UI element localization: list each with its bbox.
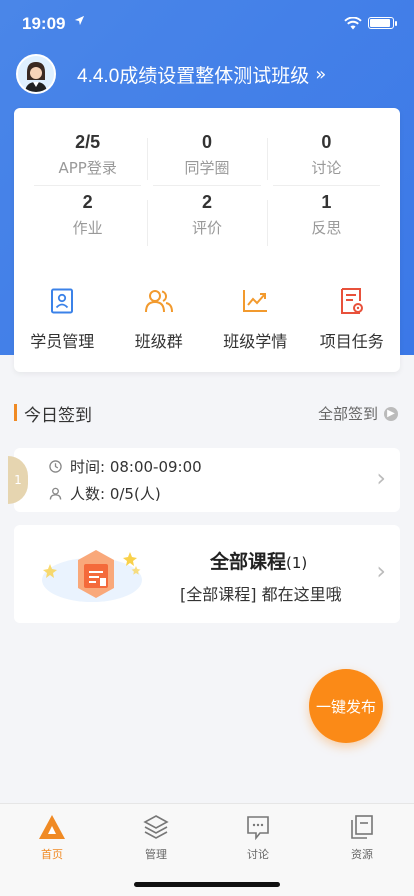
tab-label: 管理 xyxy=(145,848,167,861)
quick-actions: 学员管理 班级群 班级学情 项目任务 xyxy=(14,286,400,352)
chevron-right-icon: › xyxy=(376,557,386,585)
checkin-people: 人数: 0/5(人) xyxy=(70,485,161,503)
layers-icon xyxy=(104,812,208,842)
stat-label: 作业 xyxy=(72,219,103,237)
stat-value: 0 xyxy=(201,132,212,152)
chevron-right-icon: › xyxy=(376,464,386,492)
action-student-management[interactable]: 学员管理 xyxy=(14,286,111,352)
course-count: (1) xyxy=(286,554,308,572)
checkin-time-row: 时间: 08:00-09:00 xyxy=(48,456,202,477)
divider xyxy=(147,200,148,246)
status-bar: 19:09 xyxy=(0,0,414,48)
stat-label: 反思 xyxy=(311,219,342,237)
action-class-learning[interactable]: 班级学情 xyxy=(207,286,304,352)
stat-label: APP登录 xyxy=(58,159,117,177)
divider xyxy=(267,138,268,180)
battery-icon xyxy=(368,17,397,29)
stat-classmates-circle[interactable]: 0 同学圈 xyxy=(147,132,266,192)
home-indicator xyxy=(134,882,280,887)
course-title-text: 全部课程 xyxy=(210,551,287,573)
person-icon xyxy=(48,487,62,501)
section-title: 今日签到 xyxy=(24,406,92,426)
trend-chart-icon xyxy=(207,286,304,316)
chevron-right-circle-icon: ▶ xyxy=(384,406,398,421)
checkin-time: 时间: 08:00-09:00 xyxy=(70,458,202,476)
all-checkins-link[interactable]: 全部签到 ▶ xyxy=(318,403,398,424)
tab-home[interactable]: 首页 xyxy=(0,812,104,862)
avatar[interactable] xyxy=(16,54,56,94)
stat-value: 0 xyxy=(321,132,332,152)
tab-resources[interactable]: 资源 xyxy=(310,812,414,862)
student-card-icon xyxy=(14,286,111,316)
tab-label: 首页 xyxy=(41,848,63,861)
stat-homework[interactable]: 2 作业 xyxy=(28,192,147,252)
files-icon xyxy=(310,812,414,842)
stat-value: 1 xyxy=(321,192,332,212)
tab-label: 讨论 xyxy=(247,848,269,861)
class-title[interactable]: 4.4.0成绩设置整体测试班级 xyxy=(77,61,309,88)
task-doc-icon xyxy=(304,286,401,316)
group-icon xyxy=(111,286,208,316)
checkin-index-tab: 1 xyxy=(8,456,28,504)
divider xyxy=(267,200,268,246)
all-courses-card[interactable]: 全部课程(1) [全部课程] 都在这里哦 › xyxy=(14,525,400,623)
wifi-icon xyxy=(344,15,362,34)
stat-reflection[interactable]: 1 反思 xyxy=(267,192,386,252)
tab-discussion[interactable]: 讨论 xyxy=(206,812,310,862)
chat-icon xyxy=(206,812,310,842)
course-subtitle: [全部课程] 都在这里哦 xyxy=(180,585,342,604)
stat-label: 评价 xyxy=(191,219,222,237)
chevron-right-icon[interactable]: » xyxy=(315,64,326,85)
section-accent-bar xyxy=(14,404,17,421)
home-triangle-icon xyxy=(0,812,104,842)
stat-value: 2/5 xyxy=(75,132,101,152)
clock-icon xyxy=(48,460,62,474)
divider xyxy=(147,138,148,180)
course-title: 全部课程(1) xyxy=(210,547,307,574)
one-click-publish-button[interactable]: 一键发布 xyxy=(309,669,383,743)
class-selector[interactable]: 4.4.0成绩设置整体测试班级 » xyxy=(16,54,326,94)
action-label: 学员管理 xyxy=(30,332,95,351)
tab-label: 资源 xyxy=(351,848,373,861)
stat-value: 2 xyxy=(82,192,93,212)
stats-grid: 2/5 APP登录 0 同学圈 0 讨论 2 作业 2 评价 1 反思 xyxy=(28,132,386,252)
action-label: 项目任务 xyxy=(319,332,384,351)
location-arrow-icon xyxy=(74,14,85,30)
action-project-tasks[interactable]: 项目任务 xyxy=(304,286,401,352)
stat-label: 同学圈 xyxy=(184,159,230,177)
action-label: 班级群 xyxy=(134,332,183,351)
checkin-card[interactable]: 1 时间: 08:00-09:00 人数: 0/5(人) › xyxy=(8,448,400,512)
stat-value: 2 xyxy=(201,192,212,212)
status-time: 19:09 xyxy=(22,14,66,33)
class-overview-card: 2/5 APP登录 0 同学圈 0 讨论 2 作业 2 评价 1 反思 学员管理… xyxy=(14,108,400,372)
action-class-group[interactable]: 班级群 xyxy=(111,286,208,352)
tab-manage[interactable]: 管理 xyxy=(104,812,208,862)
course-illustration xyxy=(34,540,154,610)
stat-evaluation[interactable]: 2 评价 xyxy=(147,192,266,252)
checkin-people-row: 人数: 0/5(人) xyxy=(48,483,161,504)
action-label: 班级学情 xyxy=(223,332,288,351)
stat-discussion[interactable]: 0 讨论 xyxy=(267,132,386,192)
stat-app-login[interactable]: 2/5 APP登录 xyxy=(28,132,147,192)
all-checkins-label: 全部签到 xyxy=(317,405,378,423)
checkin-section-header: 今日签到 全部签到 ▶ xyxy=(14,398,400,428)
stat-label: 讨论 xyxy=(311,159,342,177)
